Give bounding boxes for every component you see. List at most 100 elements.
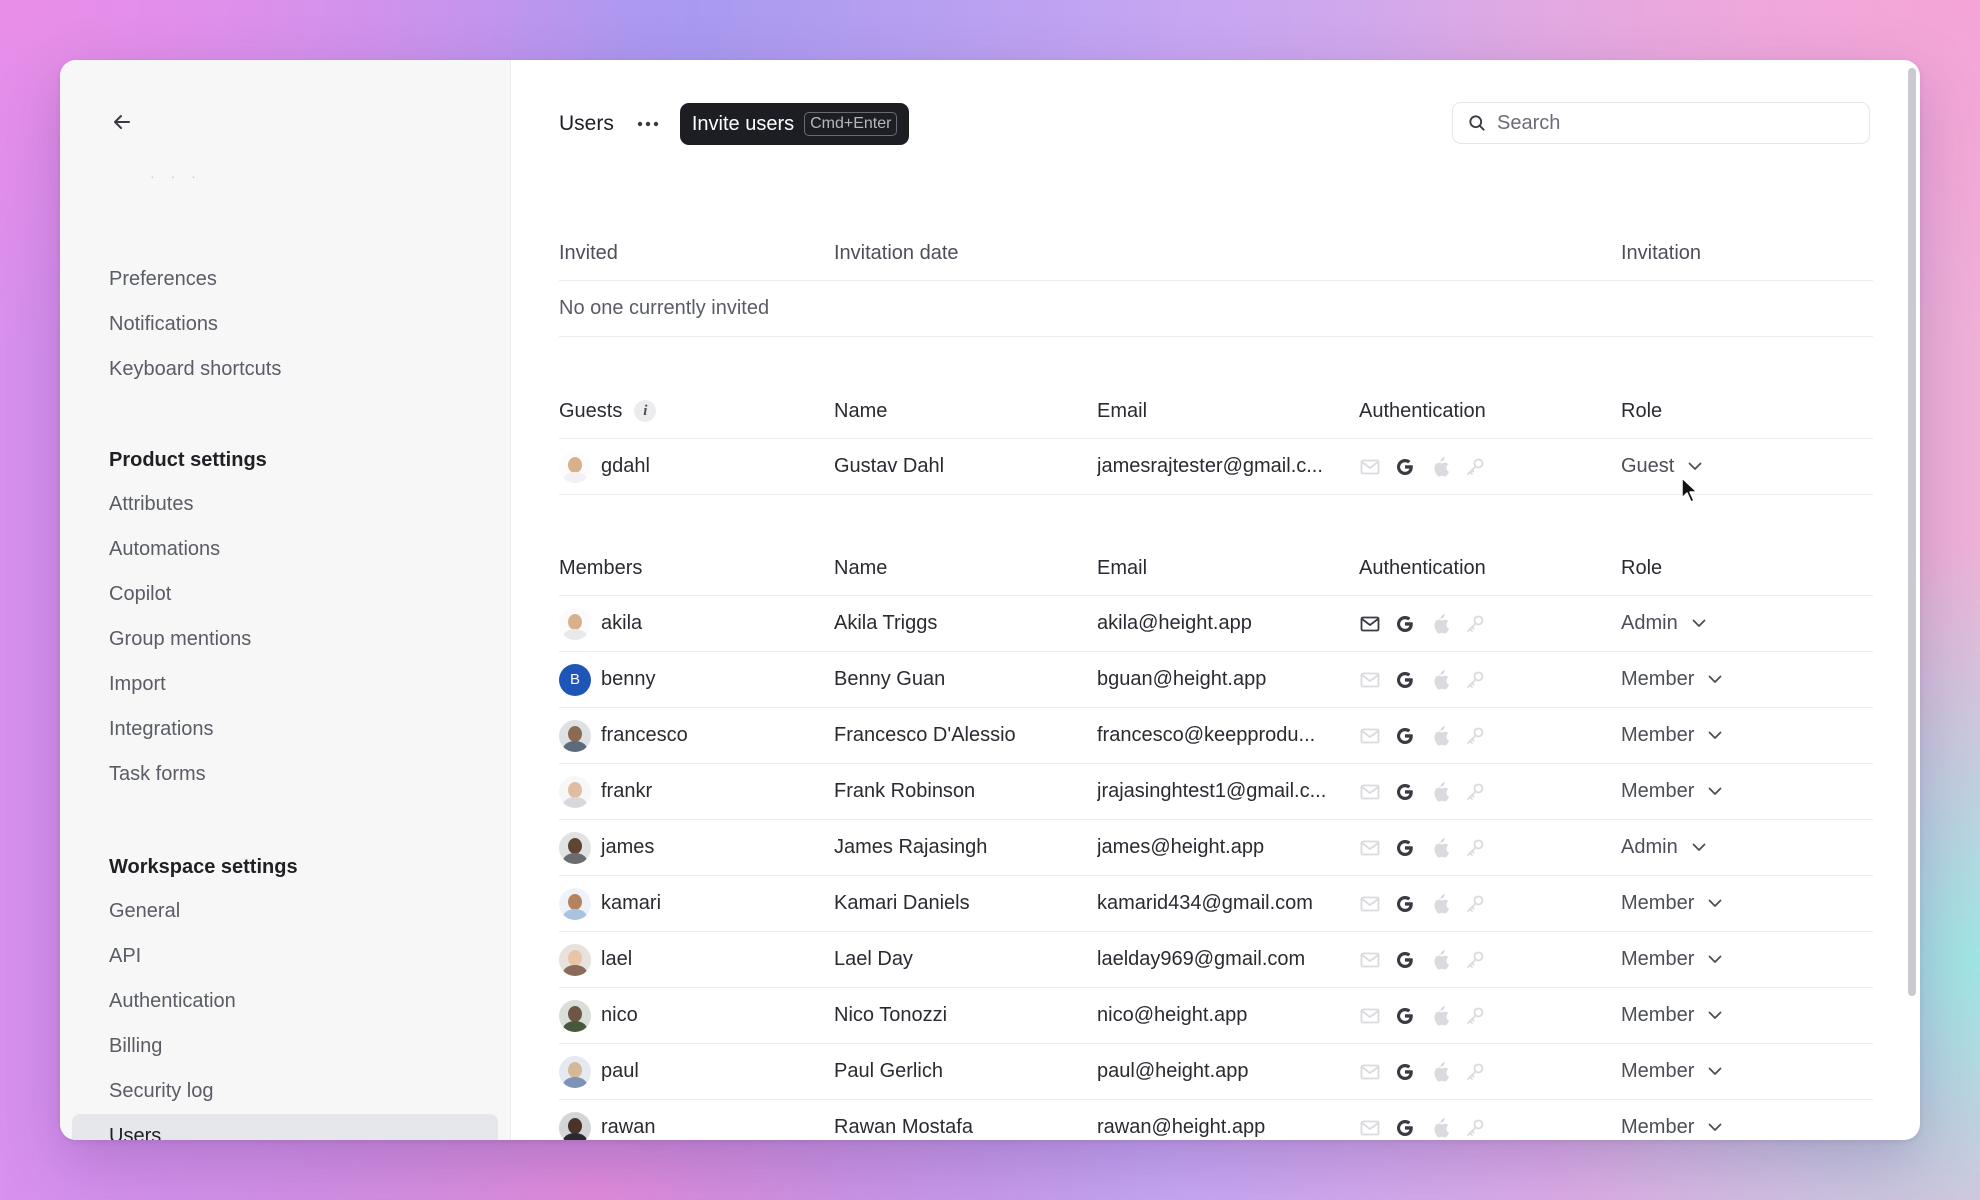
google-icon	[1394, 725, 1416, 747]
full-name: Lael Day	[834, 948, 913, 970]
email-icon	[1359, 1117, 1381, 1139]
chevron-down-icon	[1708, 1123, 1722, 1131]
role-dropdown[interactable]: Member	[1621, 724, 1722, 747]
sidebar-item-group-mentions[interactable]: Group mentions	[72, 617, 498, 662]
role-dropdown[interactable]: Member	[1621, 948, 1722, 971]
mouse-cursor-icon	[1681, 477, 1698, 503]
sidebar-item-automations[interactable]: Automations	[72, 527, 498, 572]
chevron-down-icon	[1708, 675, 1722, 683]
sidebar-item-copilot[interactable]: Copilot	[72, 572, 498, 617]
role-dropdown[interactable]: Member	[1621, 892, 1722, 915]
full-name: Benny Guan	[834, 668, 946, 690]
role-cell: Member	[1621, 1100, 1722, 1140]
username: nico	[601, 1004, 638, 1026]
avatar	[559, 887, 591, 920]
role-dropdown[interactable]: Member	[1621, 668, 1722, 691]
member-row[interactable]: rawan Rawan Mostafa rawan@height.app Member	[559, 1100, 1873, 1140]
search-input[interactable]	[1495, 110, 1859, 136]
sidebar-item-keyboard-shortcuts[interactable]: Keyboard shortcuts	[72, 347, 498, 392]
username-cell: frankr	[559, 764, 652, 819]
role-dropdown[interactable]: Member	[1621, 1060, 1722, 1083]
authentication-cell	[1359, 439, 1486, 494]
ellipsis-icon	[637, 121, 659, 127]
sidebar-item-preferences[interactable]: Preferences	[72, 257, 498, 302]
member-row[interactable]: paul Paul Gerlich paul@height.app Member	[559, 1044, 1873, 1100]
authentication-cell	[1359, 596, 1486, 651]
account-nav: Preferences Notifications Keyboard shortcu…	[60, 257, 510, 392]
member-row[interactable]: james James Rajasingh james@height.app Admi…	[559, 820, 1873, 876]
chevron-down-icon	[1708, 1067, 1722, 1075]
role-dropdown[interactable]: Member	[1621, 1004, 1722, 1027]
role-dropdown[interactable]: Admin	[1621, 612, 1706, 635]
email-icon	[1359, 893, 1381, 915]
full-name: Frank Robinson	[834, 780, 976, 802]
role-cell: Member	[1621, 1044, 1722, 1099]
sidebar-item-notifications[interactable]: Notifications	[72, 302, 498, 347]
search-box[interactable]	[1452, 102, 1870, 144]
sidebar-item-integrations[interactable]: Integrations	[72, 707, 498, 752]
key-icon	[1464, 613, 1486, 635]
sidebar-item-import[interactable]: Import	[72, 662, 498, 707]
apple-icon	[1429, 725, 1451, 747]
invite-shortcut-badge: Cmd+Enter	[804, 112, 898, 136]
role-dropdown[interactable]: Member	[1621, 780, 1722, 803]
apple-icon	[1429, 949, 1451, 971]
sidebar-item-authentication[interactable]: Authentication	[72, 979, 498, 1024]
email-icon	[1359, 949, 1381, 971]
settings-sidebar: · · · Preferences Notifications Keyboard s…	[60, 60, 511, 1140]
sidebar-item-task-forms[interactable]: Task forms	[72, 752, 498, 797]
email-address: akila@height.app	[1097, 612, 1252, 634]
sidebar-item-api[interactable]: API	[72, 934, 498, 979]
more-options-button[interactable]	[634, 110, 662, 138]
authentication-cell	[1359, 988, 1486, 1043]
key-icon	[1464, 837, 1486, 859]
users-page: Users Invite users Cmd+Enter Invited Inv…	[511, 60, 1920, 1140]
full-name: Nico Tonozzi	[834, 1004, 948, 1026]
member-row[interactable]: Bbenny Benny Guan bguan@height.app Member	[559, 652, 1873, 708]
apple-icon	[1429, 893, 1451, 915]
col-role: Role	[1621, 556, 1663, 579]
avatar	[559, 775, 591, 808]
role-dropdown[interactable]: Admin	[1621, 836, 1706, 859]
full-name: Gustav Dahl	[834, 455, 945, 477]
full-name: Francesco D'Alessio	[834, 724, 1016, 746]
info-icon[interactable]: i	[634, 400, 657, 422]
vertical-scrollbar[interactable]	[1908, 68, 1916, 996]
product-settings-heading: Product settings	[109, 449, 267, 471]
member-row[interactable]: frankr Frank Robinson jrajasinghtest1@gmai…	[559, 764, 1873, 820]
page-title: Users	[559, 112, 614, 135]
member-row[interactable]: akila Akila Triggs akila@height.app Admin	[559, 596, 1873, 652]
role-value: Member	[1621, 1116, 1695, 1138]
role-dropdown[interactable]: Guest	[1621, 455, 1702, 478]
col-name: Name	[834, 556, 888, 579]
full-name: Akila Triggs	[834, 612, 938, 634]
member-row[interactable]: nico Nico Tonozzi nico@height.app Member	[559, 988, 1873, 1044]
key-icon	[1464, 949, 1486, 971]
workspace-settings-heading: Workspace settings	[109, 856, 298, 878]
back-button[interactable]	[106, 106, 138, 138]
sidebar-item-attributes[interactable]: Attributes	[72, 482, 498, 527]
sidebar-item-general[interactable]: General	[72, 889, 498, 934]
member-row[interactable]: lael Lael Day laelday969@gmail.com Member	[559, 932, 1873, 988]
role-dropdown[interactable]: Member	[1621, 1116, 1722, 1139]
sidebar-item-security-log[interactable]: Security log	[72, 1069, 498, 1114]
email-address: laelday969@gmail.com	[1097, 948, 1306, 970]
avatar: B	[559, 663, 591, 696]
member-row[interactable]: kamari Kamari Daniels kamarid434@gmail.com…	[559, 876, 1873, 932]
role-value: Member	[1621, 948, 1695, 970]
apple-icon	[1429, 669, 1451, 691]
sidebar-item-billing[interactable]: Billing	[72, 1024, 498, 1069]
invite-users-button[interactable]: Invite users Cmd+Enter	[679, 103, 910, 145]
google-icon	[1394, 1061, 1416, 1083]
col-email: Email	[1097, 556, 1148, 579]
col-members: Members	[559, 556, 643, 579]
key-icon	[1464, 893, 1486, 915]
member-row[interactable]: francesco Francesco D'Alessio francesco@ke…	[559, 708, 1873, 764]
chevron-down-icon	[1708, 1011, 1722, 1019]
guest-row[interactable]: gdahl Gustav Dahl jamesrajtester@gmail.c..…	[559, 439, 1873, 495]
role-value: Guest	[1621, 455, 1675, 477]
guests-heading: Guests	[559, 399, 623, 422]
email-address: james@height.app	[1097, 836, 1265, 858]
role-cell: Member	[1621, 876, 1722, 931]
sidebar-item-users[interactable]: Users	[72, 1114, 498, 1140]
